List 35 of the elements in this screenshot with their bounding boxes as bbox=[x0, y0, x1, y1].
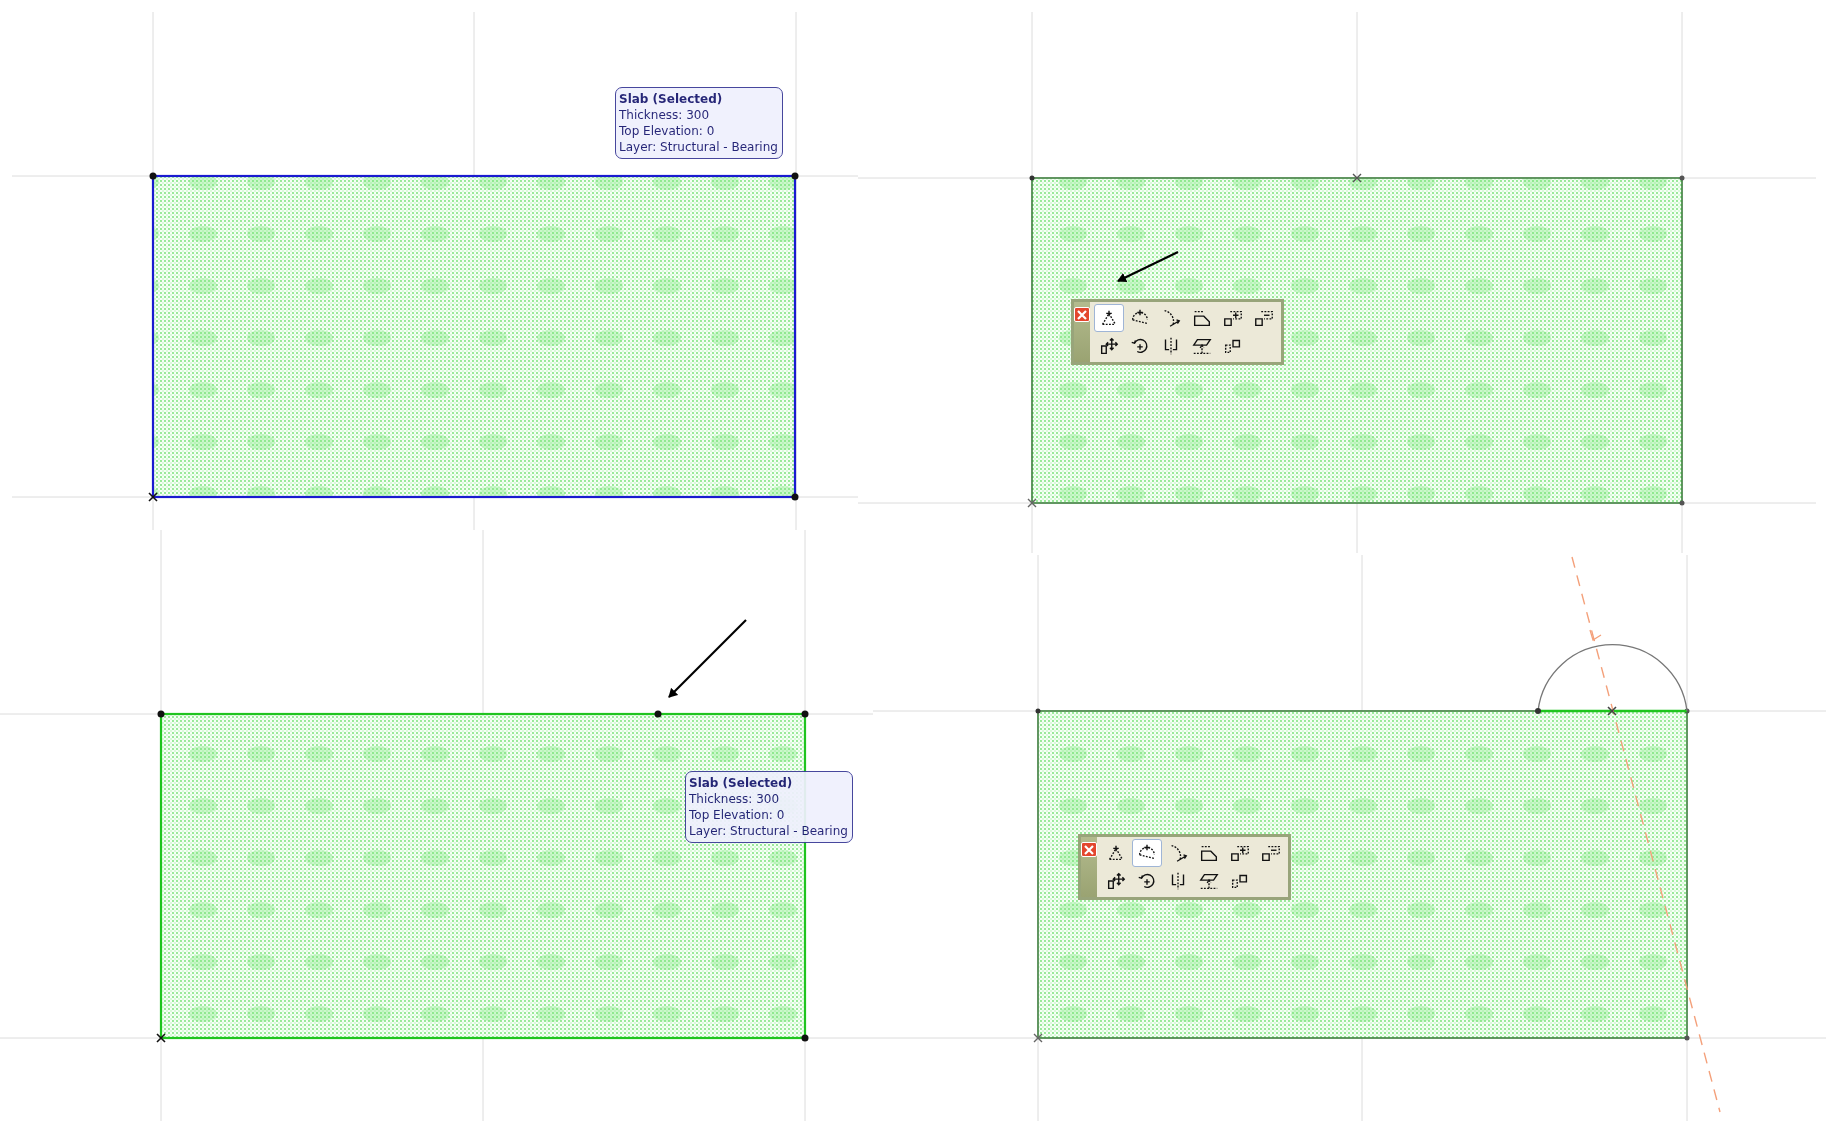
node-marker[interactable] bbox=[801, 1034, 809, 1042]
cross-marker bbox=[148, 492, 158, 502]
close-button[interactable] bbox=[1081, 842, 1097, 857]
node-marker[interactable] bbox=[1684, 708, 1690, 714]
cross-marker bbox=[1352, 173, 1362, 183]
tool-button[interactable] bbox=[1094, 304, 1124, 332]
cross-marker bbox=[1033, 1033, 1043, 1043]
cross-marker bbox=[1607, 706, 1617, 716]
node-marker[interactable] bbox=[149, 172, 157, 180]
cross-marker bbox=[156, 1033, 166, 1043]
node-marker[interactable] bbox=[1035, 708, 1041, 714]
tooltip-title: Slab (Selected) bbox=[689, 775, 794, 791]
move-arrows-icon bbox=[1105, 870, 1127, 892]
node-marker[interactable] bbox=[1535, 708, 1541, 714]
tooltip-line: Layer: Structural - Bearing bbox=[689, 823, 848, 839]
node-marker[interactable] bbox=[654, 710, 662, 718]
tooltip-title: Slab (Selected) bbox=[619, 91, 724, 107]
move-arrows-icon bbox=[1098, 335, 1120, 357]
tooltip-line: Top Elevation: 0 bbox=[689, 807, 786, 823]
tooltip-line: Layer: Structural - Bearing bbox=[619, 139, 778, 155]
node-marker[interactable] bbox=[1679, 500, 1685, 506]
pointer-arrow bbox=[1117, 251, 1179, 282]
node-marker[interactable] bbox=[157, 710, 165, 718]
tooltip-line: Thickness: 300 bbox=[619, 107, 711, 123]
node-marker[interactable] bbox=[1679, 175, 1685, 181]
node-marker[interactable] bbox=[791, 172, 799, 180]
node-marker[interactable] bbox=[791, 493, 799, 501]
close-button[interactable] bbox=[1074, 307, 1090, 322]
node-marker[interactable] bbox=[1684, 1035, 1690, 1041]
tooltip-line: Top Elevation: 0 bbox=[619, 123, 716, 139]
tooltip-line: Thickness: 300 bbox=[689, 791, 781, 807]
tool-button[interactable] bbox=[1132, 839, 1162, 867]
cross-marker bbox=[1027, 498, 1037, 508]
node-marker[interactable] bbox=[1029, 175, 1035, 181]
node-marker[interactable] bbox=[801, 710, 809, 718]
